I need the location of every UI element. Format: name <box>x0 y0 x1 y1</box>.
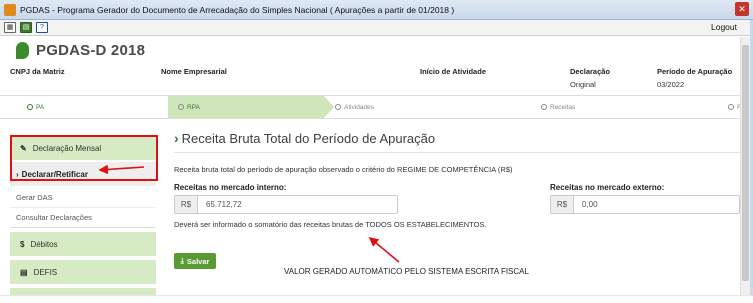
vertical-scrollbar[interactable] <box>740 37 750 295</box>
window-bottom <box>0 295 753 303</box>
annotation-arrows <box>98 164 400 263</box>
arrow-to-declarar <box>98 164 145 175</box>
arrow-to-value <box>368 236 400 263</box>
scrollbar-thumb[interactable] <box>742 45 749 281</box>
